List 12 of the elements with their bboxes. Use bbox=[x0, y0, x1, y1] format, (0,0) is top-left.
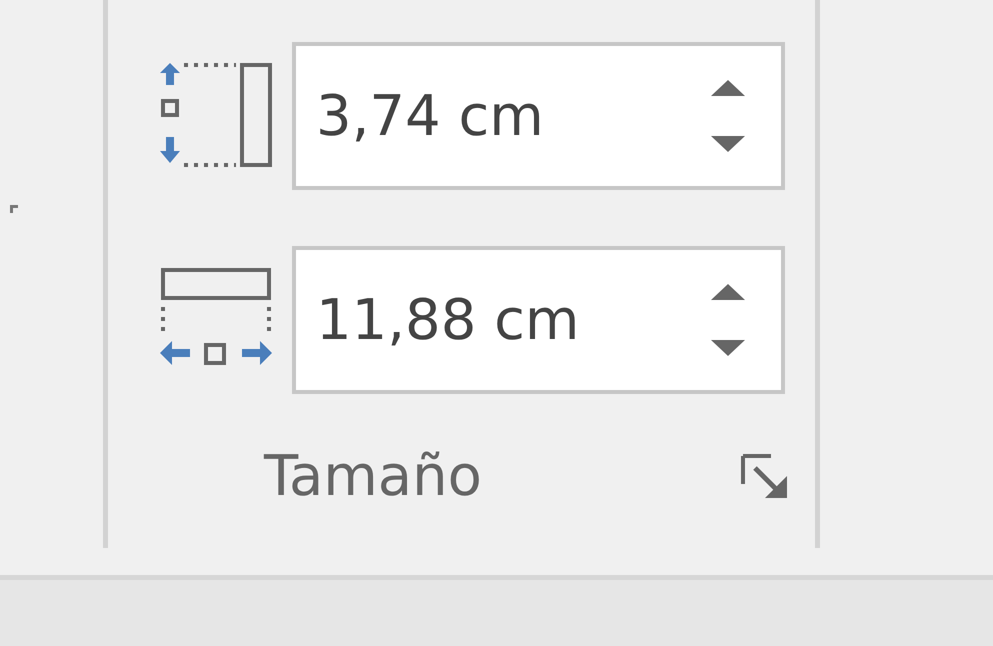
group-title: Tamaño bbox=[264, 444, 482, 508]
dialog-launcher-icon[interactable] bbox=[741, 454, 787, 498]
spin-down-icon[interactable] bbox=[711, 136, 745, 152]
spin-field[interactable]: 3,74 cm bbox=[292, 42, 785, 190]
shape-height-icon bbox=[160, 63, 272, 169]
spin-field[interactable]: 11,88 cm bbox=[292, 246, 785, 394]
spin-down-icon[interactable] bbox=[711, 340, 745, 356]
field-value: 11,88 cm bbox=[316, 288, 580, 352]
spin-up-icon[interactable] bbox=[711, 284, 745, 300]
dialog-launcher-icon[interactable] bbox=[10, 205, 18, 213]
field-value: 3,74 cm bbox=[316, 84, 544, 148]
spin-up-icon[interactable] bbox=[711, 80, 745, 96]
